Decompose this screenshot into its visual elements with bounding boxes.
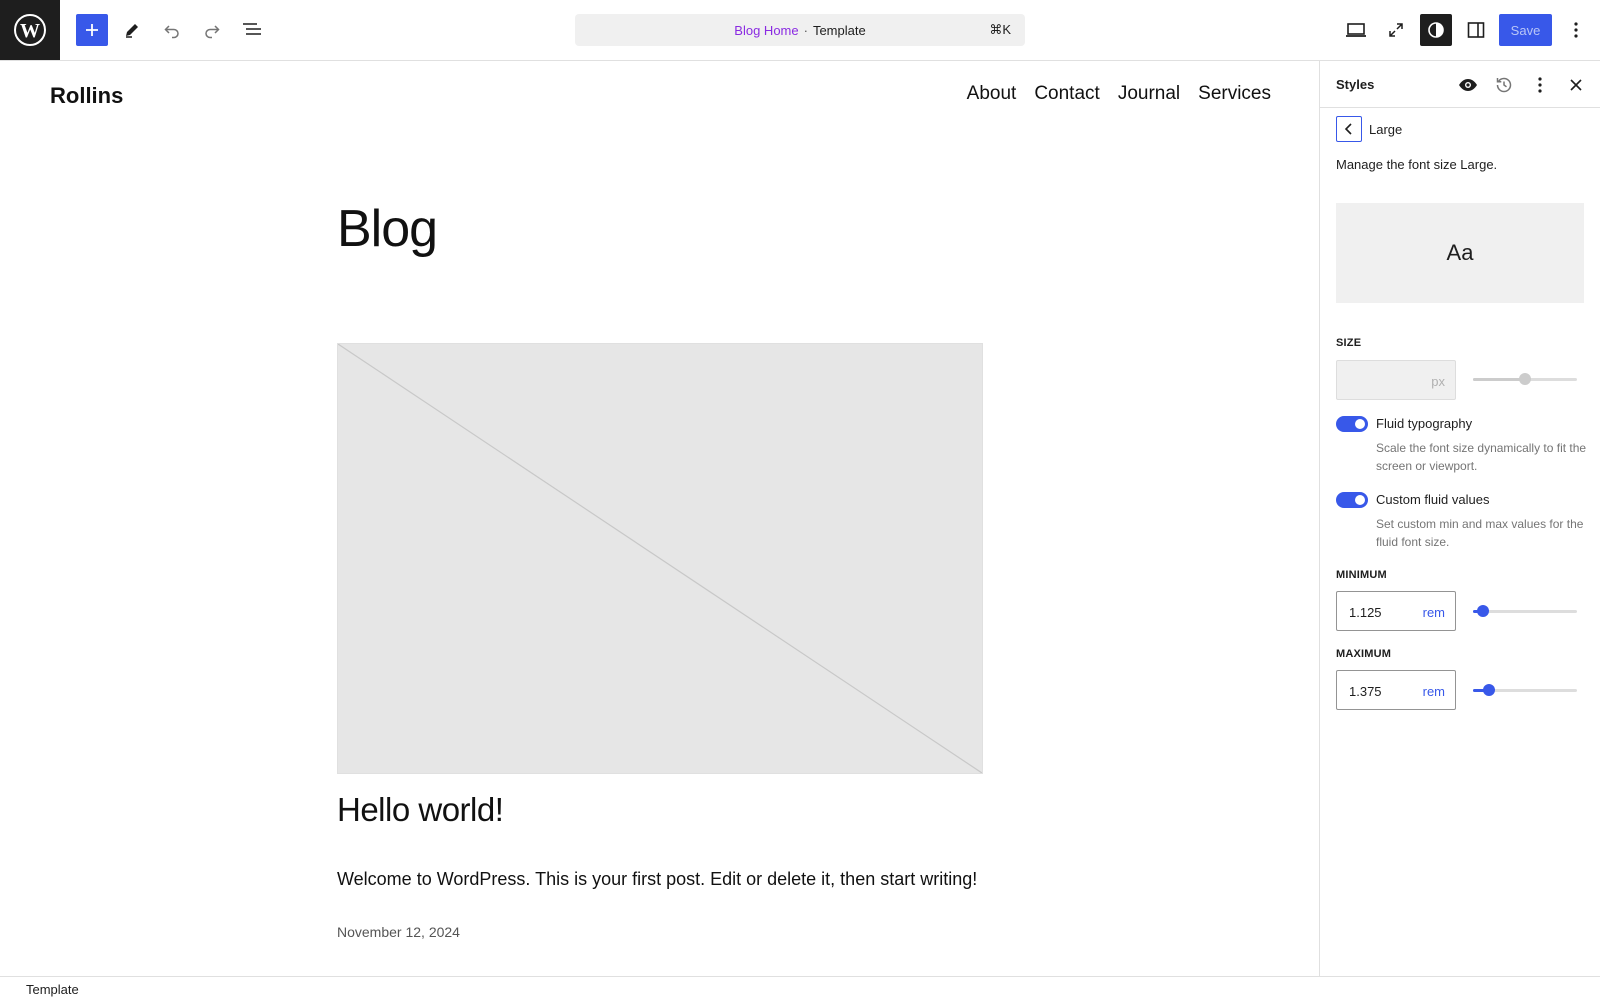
fluid-typography-help: Scale the font size dynamically to fit t…: [1376, 441, 1587, 473]
close-icon: [1570, 79, 1582, 91]
size-input[interactable]: px: [1336, 360, 1456, 400]
maximum-slider[interactable]: [1473, 680, 1577, 700]
document-overview-button[interactable]: [236, 14, 268, 46]
custom-fluid-values-label: Custom fluid values: [1376, 492, 1490, 507]
command-shortcut: ⌘K: [989, 22, 1011, 37]
editor-footer: Template: [0, 976, 1600, 1000]
add-block-button[interactable]: [76, 14, 108, 46]
breadcrumb-template[interactable]: Template: [26, 982, 79, 997]
minimum-input[interactable]: 1.125 rem: [1336, 591, 1456, 631]
svg-text:W: W: [20, 20, 40, 42]
command-palette-button[interactable]: Blog Home · Template ⌘K: [575, 14, 1025, 46]
minimum-label: MINIMUM: [1336, 569, 1387, 581]
document-type: Template: [812, 22, 866, 38]
minimum-unit-select[interactable]: rem: [1423, 605, 1445, 620]
tools-button[interactable]: [116, 14, 148, 46]
panel-description: Manage the font size Large.: [1336, 157, 1498, 172]
undo-button[interactable]: [156, 14, 188, 46]
document-title: Blog Home: [734, 22, 799, 38]
custom-fluid-values-toggle[interactable]: [1336, 492, 1368, 508]
close-sidebar-button[interactable]: [1564, 73, 1588, 97]
contrast-icon: [1428, 22, 1444, 38]
size-slider[interactable]: [1473, 369, 1577, 389]
options-button[interactable]: [1560, 14, 1592, 46]
styles-sidebar: Styles Large Manage the font size Large.…: [1319, 61, 1600, 976]
minimum-slider-thumb[interactable]: [1477, 605, 1489, 617]
plus-icon: [86, 24, 98, 36]
desktop-icon: [1346, 23, 1366, 37]
preview-text: Aa: [1446, 240, 1474, 265]
post-date[interactable]: November 12, 2024: [337, 924, 460, 940]
wordpress-logo-icon: W: [14, 14, 46, 46]
save-button[interactable]: Save: [1499, 14, 1552, 46]
sidebar-title: Styles: [1336, 77, 1375, 92]
pencil-icon: [126, 24, 138, 38]
size-slider-fill: [1473, 378, 1525, 381]
size-label: SIZE: [1336, 337, 1362, 349]
fullscreen-icon: [1389, 23, 1403, 37]
maximum-value: 1.375: [1349, 684, 1382, 699]
title-separator: ·: [803, 22, 808, 38]
page-heading[interactable]: Blog: [337, 199, 438, 259]
size-slider-thumb[interactable]: [1519, 373, 1531, 385]
nav-item-services[interactable]: Services: [1198, 83, 1271, 105]
chevron-left-icon: [1344, 123, 1352, 135]
maximum-slider-thumb[interactable]: [1483, 684, 1495, 696]
fluid-typography-label: Fluid typography: [1376, 416, 1473, 431]
nav-item-journal[interactable]: Journal: [1118, 83, 1180, 105]
redo-icon: [205, 25, 220, 39]
eye-icon: [1459, 79, 1477, 91]
maximum-input[interactable]: 1.375 rem: [1336, 670, 1456, 710]
maximum-label: MAXIMUM: [1336, 648, 1392, 660]
font-size-preview: Aa: [1336, 203, 1584, 303]
minimum-slider[interactable]: [1473, 601, 1577, 621]
undo-icon: [164, 25, 179, 39]
post-title[interactable]: Hello world!: [337, 791, 504, 829]
site-navigation[interactable]: About Contact Journal Services: [967, 83, 1271, 105]
styles-button[interactable]: [1420, 14, 1452, 46]
settings-sidebar-button[interactable]: [1460, 14, 1492, 46]
custom-fluid-values-help: Set custom min and max values for the fl…: [1376, 517, 1584, 549]
site-title[interactable]: Rollins: [50, 83, 123, 109]
post-excerpt[interactable]: Welcome to WordPress. This is your first…: [337, 869, 977, 890]
panel-title: Large: [1369, 122, 1403, 137]
nav-item-contact[interactable]: Contact: [1034, 83, 1099, 105]
list-view-icon: [243, 23, 261, 35]
revisions-button[interactable]: [1492, 73, 1516, 97]
redo-button[interactable]: [196, 14, 228, 46]
placeholder-diagonal: [338, 344, 982, 773]
featured-image-placeholder[interactable]: [337, 343, 983, 774]
size-unit: px: [1431, 374, 1445, 389]
wordpress-logo-button[interactable]: W: [0, 0, 60, 60]
editor-canvas[interactable]: Rollins About Contact Journal Services B…: [0, 61, 1319, 976]
minimum-value: 1.125: [1349, 605, 1382, 620]
editor-toolbar: W Blog Home · Template ⌘K Save: [0, 0, 1600, 61]
revisions-icon: [1496, 77, 1512, 93]
sidebar-icon: [1467, 22, 1485, 38]
back-button[interactable]: [1336, 116, 1362, 142]
nav-item-about[interactable]: About: [967, 83, 1017, 105]
view-button[interactable]: [1340, 14, 1372, 46]
sidebar-header: Styles: [1320, 61, 1600, 108]
more-vertical-icon: [1574, 22, 1578, 38]
sidebar-more-button[interactable]: [1528, 73, 1552, 97]
fluid-typography-toggle[interactable]: [1336, 416, 1368, 432]
fullscreen-button[interactable]: [1380, 14, 1412, 46]
maximum-unit-select[interactable]: rem: [1423, 684, 1445, 699]
style-book-button[interactable]: [1456, 73, 1480, 97]
more-vertical-icon: [1538, 77, 1542, 93]
